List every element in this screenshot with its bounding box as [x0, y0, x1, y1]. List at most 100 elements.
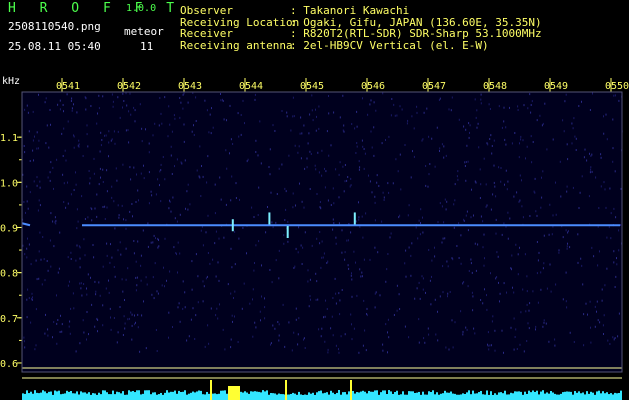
noise-speck: [159, 184, 160, 187]
noise-speck: [67, 120, 69, 123]
noise-speck: [98, 183, 100, 186]
noise-speck: [511, 142, 513, 145]
noise-speck: [202, 175, 204, 178]
noise-speck: [516, 348, 518, 350]
noise-speck: [451, 257, 453, 260]
noise-speck: [351, 278, 353, 281]
noise-speck: [67, 284, 69, 287]
noise-speck: [269, 148, 271, 151]
noise-speck: [75, 259, 77, 262]
noise-speck: [225, 203, 227, 206]
noise-speck: [452, 346, 454, 349]
noise-speck: [83, 283, 85, 285]
noise-speck: [293, 267, 295, 269]
noise-speck: [480, 299, 482, 301]
signal-bar: [530, 392, 532, 400]
noise-speck: [102, 206, 104, 208]
noise-speck: [24, 108, 26, 111]
noise-speck: [125, 227, 127, 230]
noise-speck: [202, 300, 204, 303]
noise-speck: [83, 238, 85, 241]
noise-speck: [191, 130, 193, 133]
noise-speck: [407, 214, 409, 217]
noise-speck: [374, 201, 376, 204]
noise-speck: [520, 138, 522, 141]
noise-speck: [549, 263, 551, 266]
noise-speck: [230, 199, 232, 202]
noise-speck: [50, 123, 51, 126]
noise-speck: [541, 124, 543, 127]
noise-speck: [515, 328, 517, 331]
signal-bar: [378, 394, 380, 400]
noise-speck: [307, 280, 309, 283]
signal-bar: [186, 394, 188, 400]
noise-speck: [53, 245, 55, 248]
noise-speck: [61, 132, 63, 135]
noise-speck: [492, 193, 494, 196]
noise-speck: [528, 327, 530, 330]
noise-speck: [558, 249, 560, 252]
noise-speck: [608, 226, 610, 229]
noise-speck: [486, 294, 487, 297]
noise-speck: [117, 96, 119, 99]
noise-speck: [383, 196, 385, 199]
noise-speck: [206, 181, 208, 184]
signal-bar: [448, 392, 450, 400]
noise-speck: [69, 280, 70, 283]
signal-bar: [390, 391, 392, 400]
noise-speck: [45, 313, 46, 316]
noise-speck: [331, 315, 333, 318]
signal-bar: [174, 390, 176, 400]
signal-bar: [368, 390, 370, 400]
noise-speck: [109, 307, 111, 310]
signal-bar: [176, 393, 178, 400]
noise-speck: [363, 299, 365, 302]
noise-speck: [396, 309, 398, 312]
noise-speck: [593, 255, 595, 258]
noise-speck: [309, 150, 311, 153]
noise-speck: [122, 163, 124, 166]
noise-speck: [96, 122, 98, 125]
noise-speck: [612, 336, 614, 339]
noise-speck: [232, 320, 233, 323]
noise-speck: [536, 272, 538, 275]
signal-bar: [40, 392, 42, 400]
noise-speck: [517, 273, 519, 276]
noise-speck: [224, 348, 226, 351]
noise-speck: [106, 190, 108, 193]
noise-speck: [207, 252, 209, 254]
signal-bar: [394, 392, 396, 400]
noise-speck: [155, 193, 157, 196]
noise-speck: [456, 175, 458, 178]
noise-speck: [443, 221, 445, 224]
noise-speck: [293, 115, 295, 118]
noise-speck: [168, 105, 170, 108]
noise-speck: [76, 227, 78, 230]
noise-speck: [407, 119, 409, 122]
noise-speck: [223, 236, 225, 239]
noise-speck: [128, 110, 130, 113]
noise-speck: [505, 126, 507, 129]
noise-speck: [117, 204, 119, 207]
noise-speck: [230, 138, 232, 141]
noise-speck: [295, 318, 297, 321]
noise-speck: [295, 204, 296, 207]
noise-speck: [513, 195, 515, 198]
signal-bar: [212, 393, 214, 400]
noise-speck: [101, 139, 103, 141]
signal-bar: [358, 392, 360, 400]
noise-speck: [174, 217, 176, 220]
noise-speck: [320, 266, 322, 269]
noise-speck: [176, 158, 178, 161]
noise-speck: [192, 307, 194, 310]
noise-speck: [27, 207, 29, 210]
noise-speck: [252, 288, 254, 291]
noise-speck: [375, 109, 377, 112]
noise-speck: [195, 96, 197, 99]
noise-speck: [445, 346, 447, 349]
signal-bar: [384, 390, 386, 400]
noise-speck: [177, 241, 179, 244]
noise-speck: [102, 181, 104, 183]
signal-bar: [244, 391, 246, 400]
signal-bar: [104, 390, 106, 400]
